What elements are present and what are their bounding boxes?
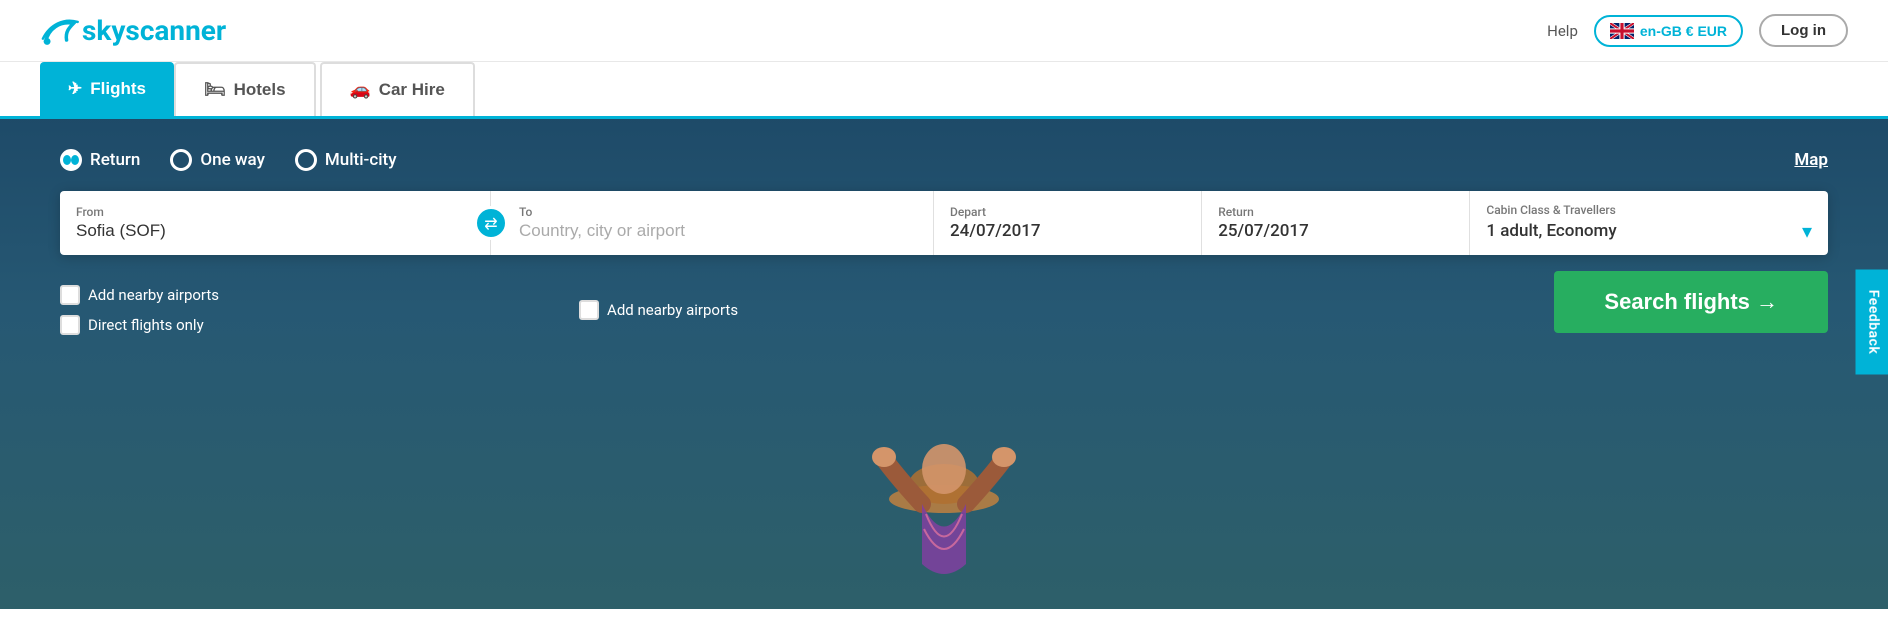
radio-one-way[interactable]: One way	[170, 149, 265, 171]
login-button[interactable]: Log in	[1759, 14, 1848, 47]
search-btn-wrap: Search flights →	[1554, 271, 1828, 333]
from-checkboxes: Add nearby airports Direct flights only	[60, 285, 219, 335]
person-silhouette	[854, 389, 1034, 589]
trip-type-row: Return One way Multi-city Map	[60, 149, 1828, 171]
tab-flights[interactable]: ✈ Flights	[40, 62, 174, 116]
direct-flights-text: Direct flights only	[88, 316, 204, 334]
radio-multi-city-circle	[295, 149, 317, 171]
checkboxes-row: Add nearby airports Direct flights only …	[60, 285, 738, 335]
to-input[interactable]	[519, 221, 917, 241]
header-right: Help en-GB € EUR Log in	[1547, 14, 1848, 47]
to-field-group: To	[491, 191, 934, 255]
radio-multi-city[interactable]: Multi-city	[295, 149, 397, 171]
from-input[interactable]	[76, 221, 474, 241]
to-checkboxes: Add nearby airports	[579, 300, 738, 320]
locale-text: en-GB € EUR	[1640, 23, 1727, 39]
logo-area: skyscanner	[40, 14, 226, 47]
radio-multi-city-label: Multi-city	[325, 150, 397, 170]
swap-button[interactable]: ⇄	[474, 206, 508, 240]
hero-section: Return One way Multi-city Map From ⇄	[0, 119, 1888, 609]
radio-one-way-label: One way	[200, 150, 265, 170]
to-label: To	[519, 205, 917, 219]
map-link[interactable]: Map	[1794, 150, 1828, 170]
add-nearby-from-text: Add nearby airports	[88, 286, 219, 304]
flag-icon	[1610, 23, 1634, 39]
locale-button[interactable]: en-GB € EUR	[1594, 15, 1743, 47]
search-flights-button[interactable]: Search flights →	[1554, 271, 1828, 333]
flights-icon: ✈	[68, 79, 82, 99]
tab-car-hire-label: Car Hire	[379, 80, 445, 100]
tab-hotels[interactable]: 🛏 Hotels	[174, 62, 316, 116]
add-nearby-to-checkbox[interactable]	[579, 300, 599, 320]
cabin-dropdown-arrow: ▾	[1802, 219, 1812, 243]
cabin-label: Cabin Class & Travellers	[1486, 203, 1812, 217]
radio-return[interactable]: Return	[60, 149, 140, 171]
header: skyscanner Help en-GB € EUR Log in	[0, 0, 1888, 62]
return-field-group[interactable]: Return 25/07/2017	[1202, 191, 1470, 255]
logo-text: skyscanner	[82, 14, 226, 47]
car-icon: 🚗	[350, 80, 371, 100]
add-nearby-to-text: Add nearby airports	[607, 301, 738, 319]
tab-car-hire[interactable]: 🚗 Car Hire	[320, 62, 475, 116]
radio-return-circle	[60, 149, 82, 171]
add-nearby-to-label[interactable]: Add nearby airports	[579, 300, 738, 320]
add-nearby-from-label[interactable]: Add nearby airports	[60, 285, 219, 305]
depart-label: Depart	[950, 205, 1185, 219]
return-value: 25/07/2017	[1218, 221, 1453, 241]
search-fields-bar: From ⇄ To Depart 24/07/2017 Return 25/0	[60, 191, 1828, 255]
bottom-row: Add nearby airports Direct flights only …	[60, 269, 1828, 335]
add-nearby-from-checkbox[interactable]	[60, 285, 80, 305]
tab-hotels-label: Hotels	[234, 80, 286, 100]
depart-value: 24/07/2017	[950, 221, 1185, 241]
radio-return-label: Return	[90, 150, 140, 170]
help-link[interactable]: Help	[1547, 22, 1578, 40]
cabin-field-group[interactable]: Cabin Class & Travellers 1 adult, Econom…	[1470, 191, 1828, 255]
cabin-value: 1 adult, Economy	[1486, 221, 1802, 241]
feedback-tab[interactable]: Feedback	[1856, 270, 1888, 375]
search-overlay: Return One way Multi-city Map From ⇄	[0, 119, 1888, 335]
from-field-group: From ⇄	[60, 191, 491, 255]
return-label: Return	[1218, 205, 1453, 219]
hotels-icon: 🛏	[204, 80, 226, 100]
from-label: From	[76, 205, 474, 219]
direct-flights-checkbox[interactable]	[60, 315, 80, 335]
tabs-bar: ✈ Flights 🛏 Hotels 🚗 Car Hire	[0, 62, 1888, 119]
direct-flights-label[interactable]: Direct flights only	[60, 315, 219, 335]
cabin-row: 1 adult, Economy ▾	[1486, 219, 1812, 243]
tab-flights-label: Flights	[90, 79, 146, 99]
depart-field-group[interactable]: Depart 24/07/2017	[934, 191, 1202, 255]
logo-icon	[40, 15, 82, 47]
radio-one-way-circle	[170, 149, 192, 171]
